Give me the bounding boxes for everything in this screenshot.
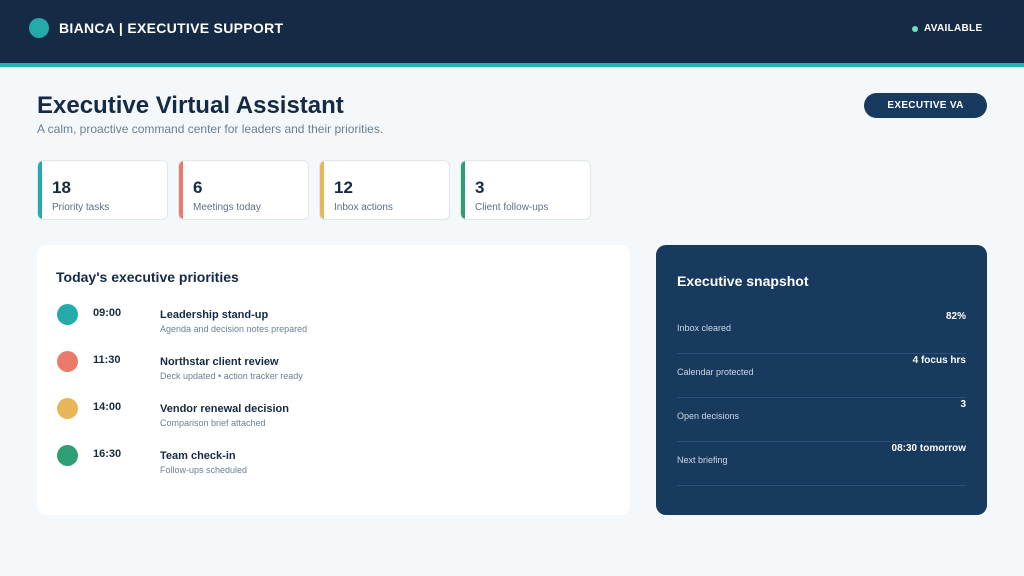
priority-time: 09:00: [93, 307, 122, 319]
snapshot-label: Next briefing: [677, 455, 728, 465]
snapshot-value: 82%: [945, 311, 966, 322]
snapshot-label: Open decisions: [677, 411, 740, 421]
priority-note: Follow-ups scheduled: [160, 465, 248, 475]
priority-dot-icon: [57, 398, 78, 419]
priority-title: Northstar client review: [160, 356, 279, 368]
stat-label: Client follow-ups: [475, 202, 549, 213]
executive-snapshot-panel: Executive snapshot Inbox cleared 82% Cal…: [656, 245, 987, 515]
priority-dot-icon: [57, 445, 78, 466]
priority-note: Agenda and decision notes prepared: [160, 324, 308, 334]
stat-value: 12: [334, 178, 353, 197]
priority-note: Comparison brief attached: [160, 418, 266, 428]
priority-item[interactable]: 16:30 Team check-in Follow-ups scheduled: [37, 443, 630, 483]
stat-accent-bar: [461, 161, 465, 219]
stat-label: Inbox actions: [334, 202, 393, 213]
stat-label: Meetings today: [193, 202, 261, 213]
stat-value: 18: [52, 178, 71, 197]
snapshot-title: Executive snapshot: [677, 273, 809, 289]
snapshot-label: Calendar protected: [677, 367, 754, 377]
priority-item[interactable]: 09:00 Leadership stand-up Agenda and dec…: [37, 302, 630, 342]
priority-item[interactable]: 14:00 Vendor renewal decision Comparison…: [37, 396, 630, 436]
status-dot-icon: [912, 26, 918, 32]
priorities-title: Today's executive priorities: [56, 269, 239, 285]
header-accent-divider: [0, 63, 1024, 67]
snapshot-row: Open decisions 3: [677, 398, 966, 442]
priority-time: 16:30: [93, 448, 122, 460]
brand-logo-icon: [29, 18, 49, 38]
priority-note: Deck updated • action tracker ready: [160, 371, 303, 381]
snapshot-label: Inbox cleared: [677, 323, 732, 333]
stat-card-inbox-actions[interactable]: 12 Inbox actions: [319, 160, 450, 220]
priority-title: Team check-in: [160, 450, 236, 462]
stat-accent-bar: [320, 161, 324, 219]
stat-value: 6: [193, 178, 203, 197]
stat-value: 3: [475, 178, 485, 197]
stat-card-priority-tasks[interactable]: 18 Priority tasks: [37, 160, 168, 220]
snapshot-value: 08:30 tomorrow: [891, 443, 966, 454]
availability-status: AVAILABLE: [924, 23, 983, 34]
snapshot-row: Calendar protected 4 focus hrs: [677, 354, 966, 398]
priority-title: Leadership stand-up: [160, 309, 269, 321]
page-subtitle: A calm, proactive command center for lea…: [37, 122, 384, 136]
snapshot-value: 4 focus hrs: [912, 355, 966, 366]
stat-card-meetings-today[interactable]: 6 Meetings today: [178, 160, 309, 220]
snapshot-value: 3: [960, 399, 966, 410]
priority-dot-icon: [57, 351, 78, 372]
page-title: Executive Virtual Assistant: [37, 92, 344, 119]
role-badge-button[interactable]: EXECUTIVE VA: [864, 93, 987, 118]
priority-dot-icon: [57, 304, 78, 325]
priorities-panel: Today's executive priorities 09:00 Leade…: [37, 245, 630, 515]
stat-accent-bar: [38, 161, 42, 219]
snapshot-row: Inbox cleared 82%: [677, 310, 966, 354]
app-title: BIANCA | EXECUTIVE SUPPORT: [59, 20, 284, 36]
priority-time: 14:00: [93, 401, 122, 413]
priority-time: 11:30: [93, 354, 121, 366]
top-bar: BIANCA | EXECUTIVE SUPPORT AVAILABLE: [0, 0, 1024, 63]
stat-label: Priority tasks: [52, 202, 110, 213]
priority-item[interactable]: 11:30 Northstar client review Deck updat…: [37, 349, 630, 389]
stat-card-client-follow-ups[interactable]: 3 Client follow-ups: [460, 160, 591, 220]
stat-accent-bar: [179, 161, 183, 219]
snapshot-row: Next briefing 08:30 tomorrow: [677, 442, 966, 486]
priority-title: Vendor renewal decision: [160, 403, 289, 415]
